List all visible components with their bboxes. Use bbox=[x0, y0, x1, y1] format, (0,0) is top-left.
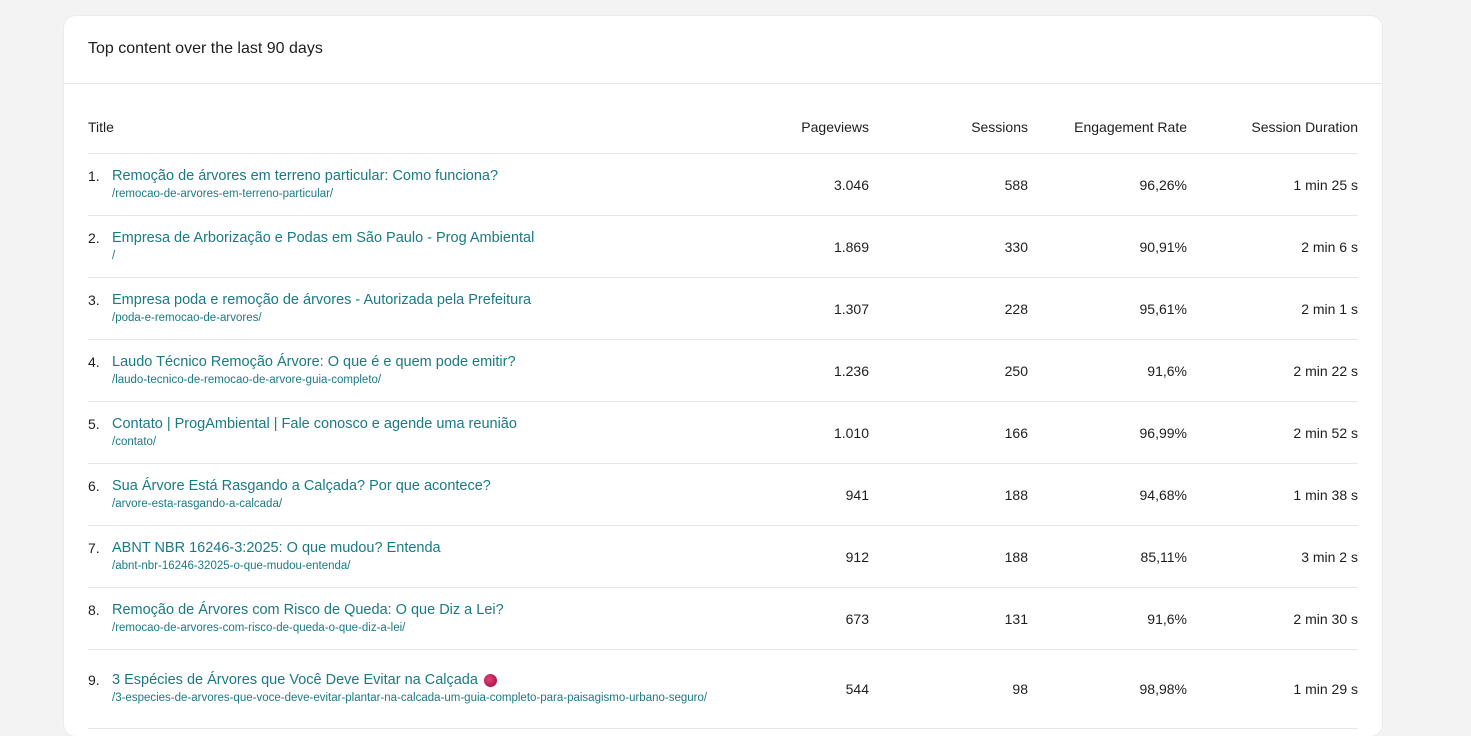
engagement-rate-cell: 91,6% bbox=[1147, 610, 1187, 627]
sessions-cell: 250 bbox=[1004, 362, 1028, 379]
row-index: 1. bbox=[88, 167, 100, 184]
page-path: / bbox=[112, 249, 116, 262]
table-row: 9. 3 Espécies de Árvores que Você Deve E… bbox=[88, 650, 1358, 729]
page-path: /3-especies-de-arvores-que-voce-deve-evi… bbox=[112, 692, 708, 704]
table-row: 7. ABNT NBR 16246-3:2025: O que mudou? E… bbox=[88, 526, 1358, 588]
page-path: /abnt-nbr-16246-32025-o-que-mudou-entend… bbox=[112, 559, 351, 572]
row-index: 4. bbox=[88, 353, 100, 370]
session-duration-cell: 3 min 2 s bbox=[1301, 548, 1358, 565]
sessions-cell: 98 bbox=[1012, 681, 1028, 697]
session-duration-cell: 2 min 52 s bbox=[1293, 424, 1358, 441]
page-title-link[interactable]: Sua Árvore Está Rasgando a Calçada? Por … bbox=[112, 477, 491, 495]
header-session-duration: Session Duration bbox=[1251, 119, 1358, 135]
engagement-rate-cell: 95,61% bbox=[1139, 300, 1187, 317]
header-pageviews: Pageviews bbox=[801, 119, 869, 135]
row-index: 5. bbox=[88, 415, 100, 432]
page-path: /laudo-tecnico-de-remocao-de-arvore-guia… bbox=[112, 373, 382, 386]
engagement-rate-cell: 98,98% bbox=[1139, 681, 1187, 697]
row-index: 7. bbox=[88, 539, 100, 556]
row-index: 9. bbox=[88, 672, 100, 688]
page-title-link[interactable]: Laudo Técnico Remoção Árvore: O que é e … bbox=[112, 353, 516, 371]
page-title-link[interactable]: Empresa de Arborização e Podas em São Pa… bbox=[112, 229, 534, 247]
page-title-link[interactable]: Empresa poda e remoção de árvores - Auto… bbox=[112, 291, 531, 309]
engagement-rate-cell: 90,91% bbox=[1139, 238, 1187, 255]
engagement-rate-cell: 85,11% bbox=[1140, 548, 1187, 565]
engagement-rate-cell: 96,26% bbox=[1139, 176, 1187, 193]
card-header: Top content over the last 90 days bbox=[64, 16, 1382, 84]
pageviews-cell: 1.236 bbox=[833, 362, 869, 379]
card-title: Top content over the last 90 days bbox=[88, 39, 323, 57]
row-index: 8. bbox=[88, 601, 100, 618]
sessions-cell: 228 bbox=[1004, 300, 1028, 317]
table-row: 6. Sua Árvore Está Rasgando a Calçada? P… bbox=[88, 464, 1358, 526]
page-title-link[interactable]: Remoção de árvores em terreno particular… bbox=[112, 167, 498, 185]
engagement-rate-cell: 96,99% bbox=[1139, 424, 1187, 441]
pageviews-cell: 1.010 bbox=[833, 424, 869, 441]
top-content-table: Title Pageviews Sessions Engagement Rate… bbox=[88, 101, 1358, 729]
table-row: 3. Empresa poda e remoção de árvores - A… bbox=[88, 278, 1358, 340]
pageviews-cell: 1.307 bbox=[833, 300, 869, 317]
top-content-card: Top content over the last 90 days Title … bbox=[64, 16, 1382, 736]
sessions-cell: 588 bbox=[1004, 176, 1028, 193]
header-sessions: Sessions bbox=[971, 119, 1028, 135]
page-title-link[interactable]: Remoção de Árvores com Risco de Queda: O… bbox=[112, 601, 504, 619]
sessions-cell: 131 bbox=[1004, 610, 1028, 627]
session-duration-cell: 2 min 22 s bbox=[1293, 362, 1358, 379]
session-duration-cell: 2 min 30 s bbox=[1293, 610, 1358, 627]
session-duration-cell: 2 min 6 s bbox=[1301, 238, 1358, 255]
page-path: /poda-e-remocao-de-arvores/ bbox=[112, 311, 262, 324]
header-engagement-rate: Engagement Rate bbox=[1074, 119, 1187, 135]
session-duration-cell: 2 min 1 s bbox=[1301, 300, 1358, 317]
pageviews-cell: 544 bbox=[845, 681, 869, 697]
sessions-cell: 330 bbox=[1004, 238, 1028, 255]
table-row: 2. Empresa de Arborização e Podas em São… bbox=[88, 216, 1358, 278]
sessions-cell: 166 bbox=[1004, 424, 1028, 441]
sessions-cell: 188 bbox=[1004, 486, 1028, 503]
page-title-link[interactable]: ABNT NBR 16246-3:2025: O que mudou? Ente… bbox=[112, 539, 441, 557]
page-title-text: 3 Espécies de Árvores que Você Deve Evit… bbox=[112, 672, 478, 688]
session-duration-cell: 1 min 38 s bbox=[1293, 486, 1358, 503]
pageviews-cell: 3.046 bbox=[833, 176, 869, 193]
table-row: 5. Contato | ProgAmbiental | Fale conosc… bbox=[88, 402, 1358, 464]
table-row: 4. Laudo Técnico Remoção Árvore: O que é… bbox=[88, 340, 1358, 402]
page-path: /remocao-de-arvores-com-risco-de-queda-o… bbox=[112, 621, 406, 634]
page-path: /remocao-de-arvores-em-terreno-particula… bbox=[112, 187, 334, 200]
engagement-rate-cell: 91,6% bbox=[1147, 362, 1187, 379]
sessions-cell: 188 bbox=[1004, 548, 1028, 565]
page-path: /arvore-esta-rasgando-a-calcada/ bbox=[112, 497, 283, 510]
header-title: Title bbox=[88, 119, 114, 135]
table-row: 8. Remoção de Árvores com Risco de Queda… bbox=[88, 588, 1358, 650]
page-path: /contato/ bbox=[112, 435, 157, 448]
engagement-rate-cell: 94,68% bbox=[1139, 486, 1187, 503]
session-duration-cell: 1 min 25 s bbox=[1293, 176, 1358, 193]
table-header: Title Pageviews Sessions Engagement Rate… bbox=[88, 101, 1358, 154]
pageviews-cell: 1.869 bbox=[833, 238, 869, 255]
page-title-link[interactable]: 3 Espécies de Árvores que Você Deve Evit… bbox=[112, 671, 707, 689]
page-title-link[interactable]: Contato | ProgAmbiental | Fale conosco e… bbox=[112, 415, 517, 433]
table-row: 1. Remoção de árvores em terreno particu… bbox=[88, 154, 1358, 216]
pageviews-cell: 912 bbox=[845, 548, 869, 565]
row-index: 2. bbox=[88, 229, 100, 246]
session-duration-cell: 1 min 29 s bbox=[1293, 681, 1358, 697]
pageviews-cell: 941 bbox=[845, 486, 869, 503]
row-index: 6. bbox=[88, 477, 100, 494]
pageviews-cell: 673 bbox=[845, 610, 869, 627]
red-circle-icon bbox=[483, 673, 497, 687]
row-index: 3. bbox=[88, 291, 100, 308]
